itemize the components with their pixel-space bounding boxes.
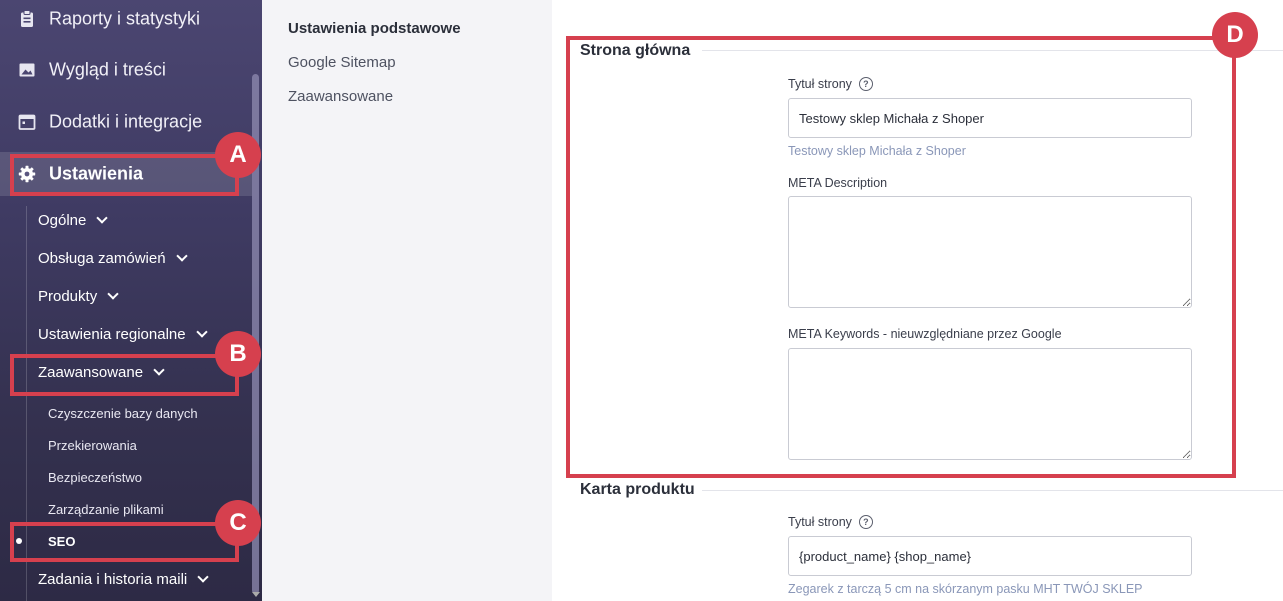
clipboard-icon (21, 10, 33, 27)
section-divider (702, 490, 1283, 491)
callout-badge-d: D (1212, 12, 1258, 58)
chevron-down-icon (197, 571, 209, 583)
meta-description-textarea[interactable] (788, 196, 1192, 308)
chevron-down-icon (153, 364, 165, 376)
section-title-product: Karta produktu (580, 481, 695, 498)
help-icon[interactable]: ? (858, 77, 873, 91)
help-icon[interactable]: ? (858, 515, 873, 529)
sidebar-subsub-security[interactable]: Bezpieczeństwo (48, 470, 142, 485)
subnav-basic-settings[interactable]: Ustawienia podstawowe (288, 20, 461, 37)
main-content: Strona główna Tytuł strony ? Testowy skl… (552, 0, 1283, 601)
sidebar-subitem-label: Zaawansowane (38, 364, 144, 381)
scroll-down-arrow-icon[interactable] (252, 592, 260, 597)
sidebar-subsub-files[interactable]: Zarządzanie plikami (48, 502, 164, 517)
sidebar-subitem-orders[interactable]: Obsługa zamówień (38, 250, 188, 267)
meta-keywords-label: META Keywords - nieuwzględniane przez Go… (788, 327, 1062, 341)
callout-badge-b: B (215, 331, 261, 377)
calendar-icon (18, 114, 36, 130)
tree-line (26, 206, 27, 601)
sidebar-subitem-label: Produkty (38, 288, 98, 305)
sidebar-item-settings[interactable]: Ustawienia (0, 152, 252, 196)
product-page-title-label: Tytuł strony ? (788, 515, 873, 529)
sidebar-subitem-label: Ogólne (38, 212, 87, 229)
product-page-title-input[interactable] (788, 536, 1192, 576)
sidebar-subitem-tasks-mail[interactable]: Zadania i historia maili (38, 571, 209, 588)
sidebar-item-reports[interactable]: Raporty i statystyki (0, 0, 252, 41)
sidebar-item-label: Raporty i statystyki (49, 8, 201, 29)
callout-badge-c: C (215, 500, 261, 546)
sidebar-item-label: Ustawienia (49, 163, 144, 184)
sidebar-subitem-label: Obsługa zamówień (38, 250, 166, 267)
sidebar-subsub-db-cleanup[interactable]: Czyszczenie bazy danych (48, 406, 198, 421)
section-title-home: Strona główna (580, 42, 691, 59)
field-label-text: Tytuł strony (788, 77, 852, 91)
meta-description-label: META Description (788, 176, 888, 190)
meta-keywords-textarea[interactable] (788, 348, 1192, 460)
sidebar-subitem-general[interactable]: Ogólne (38, 212, 109, 229)
sidebar-subitem-advanced[interactable]: Zaawansowane (38, 364, 165, 381)
home-page-title-input[interactable] (788, 98, 1192, 138)
field-label-text: Tytuł strony (788, 515, 852, 529)
callout-badge-a: A (215, 132, 261, 178)
sidebar-item-label: Dodatki i integracje (49, 111, 203, 132)
section-divider (702, 50, 1283, 51)
chevron-down-icon (175, 250, 188, 262)
subnav-google-sitemap[interactable]: Google Sitemap (288, 54, 396, 71)
home-page-title-label: Tytuł strony ? (788, 77, 873, 91)
subnav-advanced[interactable]: Zaawansowane (288, 88, 393, 105)
gear-icon (18, 165, 36, 183)
sidebar-subsub-redirects[interactable]: Przekierowania (48, 438, 137, 453)
sidebar-subsub-seo[interactable]: SEO (48, 534, 75, 549)
sidebar-item-label: Wygląd i treści (49, 59, 166, 80)
sidebar-subitem-products[interactable]: Produkty (38, 288, 119, 305)
product-page-title-preview: Zegarek z tarczą 5 cm na skórzanym pasku… (788, 582, 1143, 596)
sidebar-item-appearance[interactable]: Wygląd i treści (0, 48, 252, 92)
active-indicator-dot (16, 538, 22, 544)
home-page-title-preview: Testowy sklep Michała z Shoper (788, 144, 966, 158)
chevron-down-icon (96, 212, 109, 224)
sidebar-item-addons[interactable]: Dodatki i integracje (0, 100, 252, 144)
chevron-down-icon (107, 288, 119, 300)
sidebar-subitem-label: Ustawienia regionalne (38, 326, 186, 343)
sidebar-subitem-regional[interactable]: Ustawienia regionalne (38, 326, 208, 343)
image-icon (19, 63, 35, 77)
settings-subnav: Ustawienia podstawowe Google Sitemap Zaa… (262, 0, 552, 601)
sidebar-subitem-label: Zadania i historia maili (38, 571, 188, 588)
chevron-down-icon (195, 326, 208, 338)
